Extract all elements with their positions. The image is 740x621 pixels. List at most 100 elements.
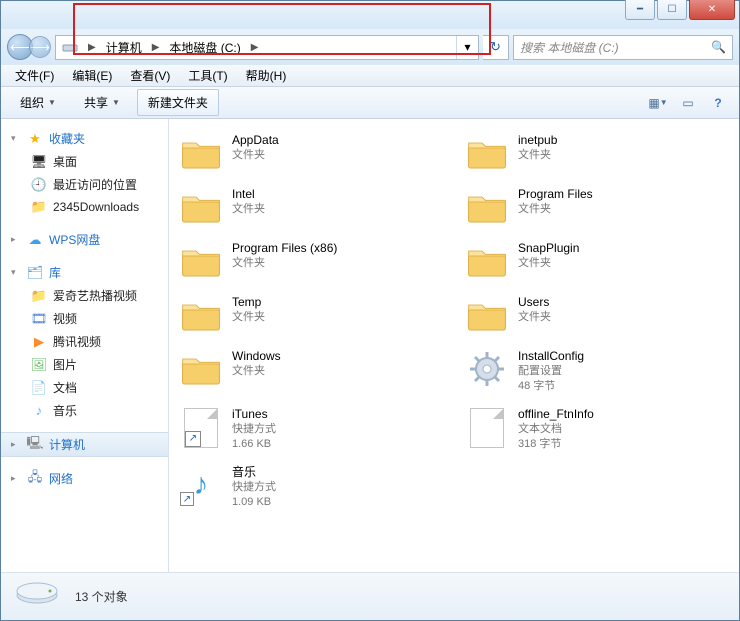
file-item[interactable]: Program Files (x86)文件夹 bbox=[173, 235, 449, 287]
sidebar-library-header[interactable]: ▾ 🗂 库 bbox=[1, 261, 168, 284]
file-icon bbox=[470, 408, 504, 448]
computer-icon: 🖳 bbox=[27, 437, 43, 453]
sidebar-item-music[interactable]: ♪音乐 bbox=[1, 399, 168, 422]
item-type: 文件夹 bbox=[518, 148, 557, 163]
sidebar-network-header[interactable]: ▸ 🖧 网络 bbox=[1, 467, 168, 490]
menu-view[interactable]: 查看(V) bbox=[122, 65, 178, 86]
sidebar-item-iqiyi[interactable]: 📁爱奇艺热播视频 bbox=[1, 284, 168, 307]
folder-icon bbox=[180, 132, 222, 174]
item-name: Program Files (x86) bbox=[232, 240, 337, 256]
window-minimize-button[interactable]: ━ bbox=[625, 0, 655, 20]
item-type: 配置设置 bbox=[518, 364, 584, 379]
item-name: inetpub bbox=[518, 132, 557, 148]
music-icon: ♪ bbox=[31, 403, 47, 419]
file-item[interactable]: Windows文件夹 bbox=[173, 343, 449, 399]
file-item[interactable]: InstallConfig配置设置48 字节 bbox=[459, 343, 735, 399]
view-options-button[interactable]: ▦ ▼ bbox=[645, 91, 671, 115]
folder-icon bbox=[180, 186, 222, 228]
item-name: Temp bbox=[232, 294, 265, 310]
library-icon: 🗂 bbox=[27, 265, 43, 281]
item-name: Program Files bbox=[518, 186, 593, 202]
file-item[interactable]: ♪↗音乐快捷方式1.09 KB bbox=[173, 459, 449, 515]
organize-button[interactable]: 组织▼ bbox=[9, 89, 67, 116]
item-type: 文件夹 bbox=[232, 310, 265, 325]
file-item[interactable]: Temp文件夹 bbox=[173, 289, 449, 341]
desktop-icon: 🖥 bbox=[31, 154, 47, 170]
file-item[interactable]: inetpub文件夹 bbox=[459, 127, 735, 179]
folder-icon bbox=[466, 186, 508, 228]
menu-bar: 文件(F) 编辑(E) 查看(V) 工具(T) 帮助(H) bbox=[1, 65, 739, 87]
new-folder-button[interactable]: 新建文件夹 bbox=[137, 89, 219, 116]
item-type: 快捷方式 bbox=[232, 422, 276, 437]
folder-icon bbox=[466, 240, 508, 282]
help-button[interactable]: ? bbox=[705, 91, 731, 115]
address-dropdown[interactable]: ▾ bbox=[456, 36, 478, 59]
folder-icon bbox=[180, 348, 222, 390]
item-size: 318 字节 bbox=[518, 437, 594, 452]
item-name: Windows bbox=[232, 348, 281, 364]
sidebar-item-downloads[interactable]: 📁2345Downloads bbox=[1, 196, 168, 218]
music-shortcut-icon: ♪↗ bbox=[180, 464, 222, 506]
menu-tools[interactable]: 工具(T) bbox=[180, 65, 235, 86]
chevron-right-icon: ▸ bbox=[11, 439, 21, 450]
chevron-down-icon: ▾ bbox=[11, 267, 21, 278]
item-type: 文本文档 bbox=[518, 422, 594, 437]
status-bar: 13 个对象 bbox=[1, 572, 739, 620]
file-item[interactable]: SnapPlugin文件夹 bbox=[459, 235, 735, 287]
search-box[interactable]: 搜索 本地磁盘 (C:) 🔍 bbox=[513, 35, 733, 60]
window-close-button[interactable]: ✕ bbox=[689, 0, 735, 20]
file-item[interactable]: offline_FtnInfo文本文档318 字节 bbox=[459, 401, 735, 457]
sidebar-item-pictures[interactable]: 🖼图片 bbox=[1, 353, 168, 376]
window-maximize-button[interactable]: ☐ bbox=[657, 0, 687, 20]
file-item[interactable]: AppData文件夹 bbox=[173, 127, 449, 179]
toolbar: 组织▼ 共享▼ 新建文件夹 ▦ ▼ ▭ ? bbox=[1, 87, 739, 119]
file-item[interactable]: Users文件夹 bbox=[459, 289, 735, 341]
folder-icon: 📁 bbox=[31, 199, 47, 215]
folder-icon bbox=[466, 294, 508, 336]
item-size: 1.09 KB bbox=[232, 495, 276, 510]
sidebar-wps-header[interactable]: ▸ ☁ WPS网盘 bbox=[1, 228, 168, 251]
sidebar-item-desktop[interactable]: 🖥桌面 bbox=[1, 150, 168, 173]
item-name: AppData bbox=[232, 132, 279, 148]
item-type: 文件夹 bbox=[518, 310, 551, 325]
item-size: 1.66 KB bbox=[232, 437, 276, 452]
sidebar-item-documents[interactable]: 📄文档 bbox=[1, 376, 168, 399]
item-size: 48 字节 bbox=[518, 379, 584, 394]
menu-file[interactable]: 文件(F) bbox=[7, 65, 62, 86]
sidebar-item-recent[interactable]: 🕘最近访问的位置 bbox=[1, 173, 168, 196]
file-item[interactable]: Program Files文件夹 bbox=[459, 181, 735, 233]
breadcrumb-arrow[interactable]: ▶ bbox=[247, 42, 263, 53]
cloud-icon: ☁ bbox=[27, 232, 43, 248]
item-name: InstallConfig bbox=[518, 348, 584, 364]
picture-icon: 🖼 bbox=[31, 357, 47, 373]
titlebar: ━ ☐ ✕ bbox=[1, 1, 739, 29]
menu-edit[interactable]: 编辑(E) bbox=[64, 65, 120, 86]
item-type: 文件夹 bbox=[232, 148, 279, 163]
item-type: 快捷方式 bbox=[232, 480, 276, 495]
item-type: 文件夹 bbox=[232, 202, 265, 217]
sidebar-item-video[interactable]: 🎞视频 bbox=[1, 307, 168, 330]
refresh-button[interactable]: ↻ bbox=[483, 35, 509, 60]
folder-icon bbox=[180, 240, 222, 282]
menu-help[interactable]: 帮助(H) bbox=[238, 65, 295, 86]
file-item[interactable]: iTunes快捷方式1.66 KB bbox=[173, 401, 449, 457]
search-icon: 🔍 bbox=[711, 40, 726, 54]
sidebar-computer-header[interactable]: ▸ 🖳 计算机 bbox=[1, 432, 168, 457]
navigation-row: ⟵ ⟶ ▶ 计算机 ▶ 本地磁盘 (C:) ▶ ▾ ↻ 搜索 本地磁盘 (C:)… bbox=[1, 29, 739, 65]
search-placeholder: 搜索 本地磁盘 (C:) bbox=[520, 39, 619, 56]
item-name: iTunes bbox=[232, 406, 276, 422]
breadcrumb-drive[interactable]: 本地磁盘 (C:) bbox=[163, 36, 246, 59]
address-bar[interactable]: ▶ 计算机 ▶ 本地磁盘 (C:) ▶ ▾ bbox=[55, 35, 479, 60]
breadcrumb-arrow[interactable]: ▶ bbox=[148, 42, 164, 53]
breadcrumb-computer[interactable]: 计算机 bbox=[100, 36, 148, 59]
folder-icon bbox=[466, 132, 508, 174]
sidebar-favorites-header[interactable]: ▾ ★ 收藏夹 bbox=[1, 127, 168, 150]
file-item[interactable]: Intel文件夹 bbox=[173, 181, 449, 233]
share-button[interactable]: 共享▼ bbox=[73, 89, 131, 116]
nav-forward-button[interactable]: ⟶ bbox=[29, 36, 51, 58]
sidebar-item-tencent[interactable]: ▶腾讯视频 bbox=[1, 330, 168, 353]
preview-pane-button[interactable]: ▭ bbox=[675, 91, 701, 115]
breadcrumb-root-arrow[interactable]: ▶ bbox=[84, 42, 100, 53]
star-icon: ★ bbox=[27, 131, 43, 147]
folder-icon bbox=[180, 294, 222, 336]
